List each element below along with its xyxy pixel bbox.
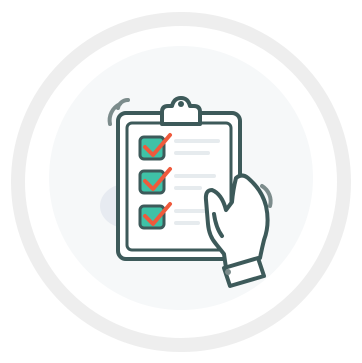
checklist-illustration [0, 0, 362, 363]
accent-dot [225, 269, 231, 275]
